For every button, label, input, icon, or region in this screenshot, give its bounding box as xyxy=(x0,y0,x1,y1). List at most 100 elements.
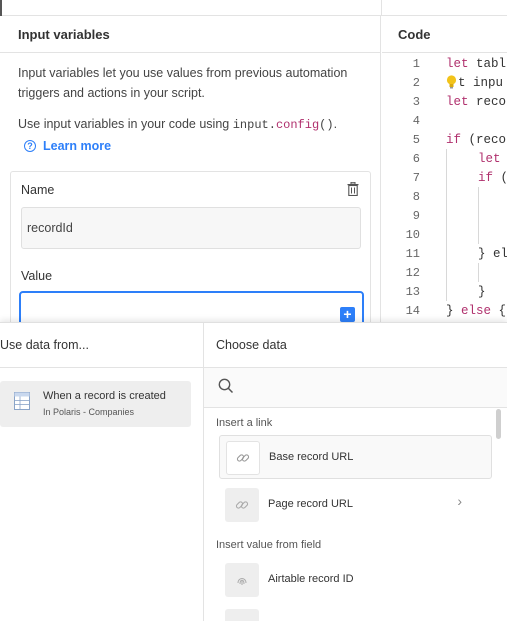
input-variables-panel: Input variables Input variables let you … xyxy=(0,16,381,341)
insert-data-button[interactable]: + xyxy=(340,307,355,322)
usage-code-method: config xyxy=(275,118,320,132)
line-number: 1 xyxy=(412,56,420,71)
indent-guide xyxy=(478,206,479,225)
lightbulb-icon[interactable] xyxy=(446,75,457,89)
line-number: 14 xyxy=(405,303,420,318)
group-label-link: Insert a link xyxy=(216,417,273,429)
usage-code-dot: . xyxy=(268,118,276,132)
name-label: Name xyxy=(21,183,55,197)
chevron-right-icon: › xyxy=(457,493,462,509)
line-number: 13 xyxy=(405,284,420,299)
code-line: 7 if ( xyxy=(382,168,507,187)
link-icon xyxy=(226,441,260,475)
option-base-record-url[interactable]: Base record URL xyxy=(219,435,492,479)
code-keyword: else xyxy=(461,303,492,318)
code-text: let xyxy=(478,152,507,166)
line-number: 6 xyxy=(412,151,420,166)
code-line: 9 xyxy=(382,206,507,225)
code-text: let reco xyxy=(446,94,507,109)
search-icon xyxy=(218,378,234,394)
line-number: 5 xyxy=(412,132,420,147)
indent-guide xyxy=(478,263,479,282)
code-text: } xyxy=(478,284,486,299)
link-icon xyxy=(225,488,259,522)
line-number: 2 xyxy=(412,75,420,90)
learn-more-label: Learn more xyxy=(43,139,112,153)
data-source-item[interactable]: When a record is created In Polaris - Co… xyxy=(0,381,191,427)
code-text: t inpu xyxy=(458,75,504,90)
code-panel: Code 1 let tabl 2 t inpu 3 let reco 4 5 if … xyxy=(382,16,507,326)
code-line: 4 xyxy=(382,111,507,130)
code-line: 12 xyxy=(382,263,507,282)
line-number: 8 xyxy=(412,189,420,204)
indent-guide xyxy=(446,187,447,206)
top-strip xyxy=(0,0,507,16)
data-source-column: Use data from... When a record is create… xyxy=(0,323,204,621)
indent-guide xyxy=(446,149,447,168)
code-line: 6 let xyxy=(382,149,507,168)
code-line: 2 t inpu xyxy=(382,73,507,92)
indent-guide xyxy=(478,187,479,206)
indent-guide xyxy=(446,263,447,282)
code-line: 3 let reco xyxy=(382,92,507,111)
code-line: 5 if (reco xyxy=(382,130,507,149)
usage-prefix: Use input variables in your code using xyxy=(18,117,233,131)
usage-code-parens: () xyxy=(319,118,334,132)
code-line: 11 } el xyxy=(382,244,507,263)
usage-suffix: . xyxy=(333,117,338,131)
fingerprint-icon xyxy=(225,563,259,597)
learn-more-link[interactable]: ? Learn more xyxy=(24,139,111,153)
code-line: 8 xyxy=(382,187,507,206)
choose-data-search[interactable] xyxy=(204,368,507,408)
option-icon-partial xyxy=(225,609,259,621)
code-keyword: if xyxy=(446,132,462,147)
code-text: if ( xyxy=(478,170,507,185)
code-keyword: let xyxy=(446,94,469,109)
line-number: 7 xyxy=(412,170,420,185)
option-label: Page record URL xyxy=(268,498,353,510)
code-editor[interactable]: 1 let tabl 2 t inpu 3 let reco 4 5 if (reco… xyxy=(382,54,507,320)
variable-name-input[interactable]: recordId xyxy=(21,207,361,249)
usage-code-obj: input xyxy=(232,118,269,132)
code-line: 10 xyxy=(382,225,507,244)
line-number: 4 xyxy=(412,113,420,128)
code-line: 13} xyxy=(382,282,507,301)
choose-data-column: Choose data Insert a link Base record UR… xyxy=(204,323,507,621)
line-number: 12 xyxy=(405,265,420,280)
code-text: if (reco xyxy=(446,132,507,147)
choose-data-scrollbar[interactable] xyxy=(496,409,501,439)
code-keyword: let xyxy=(478,151,501,166)
window-edge xyxy=(0,0,2,16)
code-line: 1 let tabl xyxy=(382,54,507,73)
code-title: Code xyxy=(382,16,507,53)
choose-data-header: Choose data xyxy=(204,323,507,368)
input-variable-card: Name recordId Value + xyxy=(10,171,371,341)
input-variables-usage: Use input variables in your code using i… xyxy=(18,117,337,132)
input-variables-title: Input variables xyxy=(0,16,380,53)
data-source-header: Use data from... xyxy=(0,323,203,368)
indent-guide xyxy=(446,244,447,263)
trash-icon[interactable] xyxy=(347,182,359,196)
help-icon: ? xyxy=(24,140,36,152)
line-number: 3 xyxy=(412,94,420,109)
data-picker-popup: Use data from... When a record is create… xyxy=(0,322,507,621)
option-label: Base record URL xyxy=(269,451,354,463)
line-number: 9 xyxy=(412,208,420,223)
option-airtable-record-id[interactable]: Airtable record ID xyxy=(219,558,492,602)
option-page-record-url[interactable]: Page record URL › xyxy=(219,483,492,527)
option-label: Airtable record ID xyxy=(268,573,354,585)
indent-guide xyxy=(446,168,447,187)
code-text: } el xyxy=(478,246,507,261)
data-source-subtitle: In Polaris - Companies xyxy=(43,407,135,417)
value-label: Value xyxy=(21,269,53,283)
table-icon xyxy=(14,392,30,410)
data-source-title: When a record is created xyxy=(43,390,166,402)
line-number: 11 xyxy=(405,246,420,261)
indent-guide xyxy=(478,225,479,244)
code-keyword: if xyxy=(478,170,494,185)
panel-divider xyxy=(381,0,382,16)
indent-guide xyxy=(446,282,447,301)
input-variables-description: Input variables let you use values from … xyxy=(18,66,348,100)
code-line: 14} else { xyxy=(382,301,507,320)
indent-guide xyxy=(446,206,447,225)
